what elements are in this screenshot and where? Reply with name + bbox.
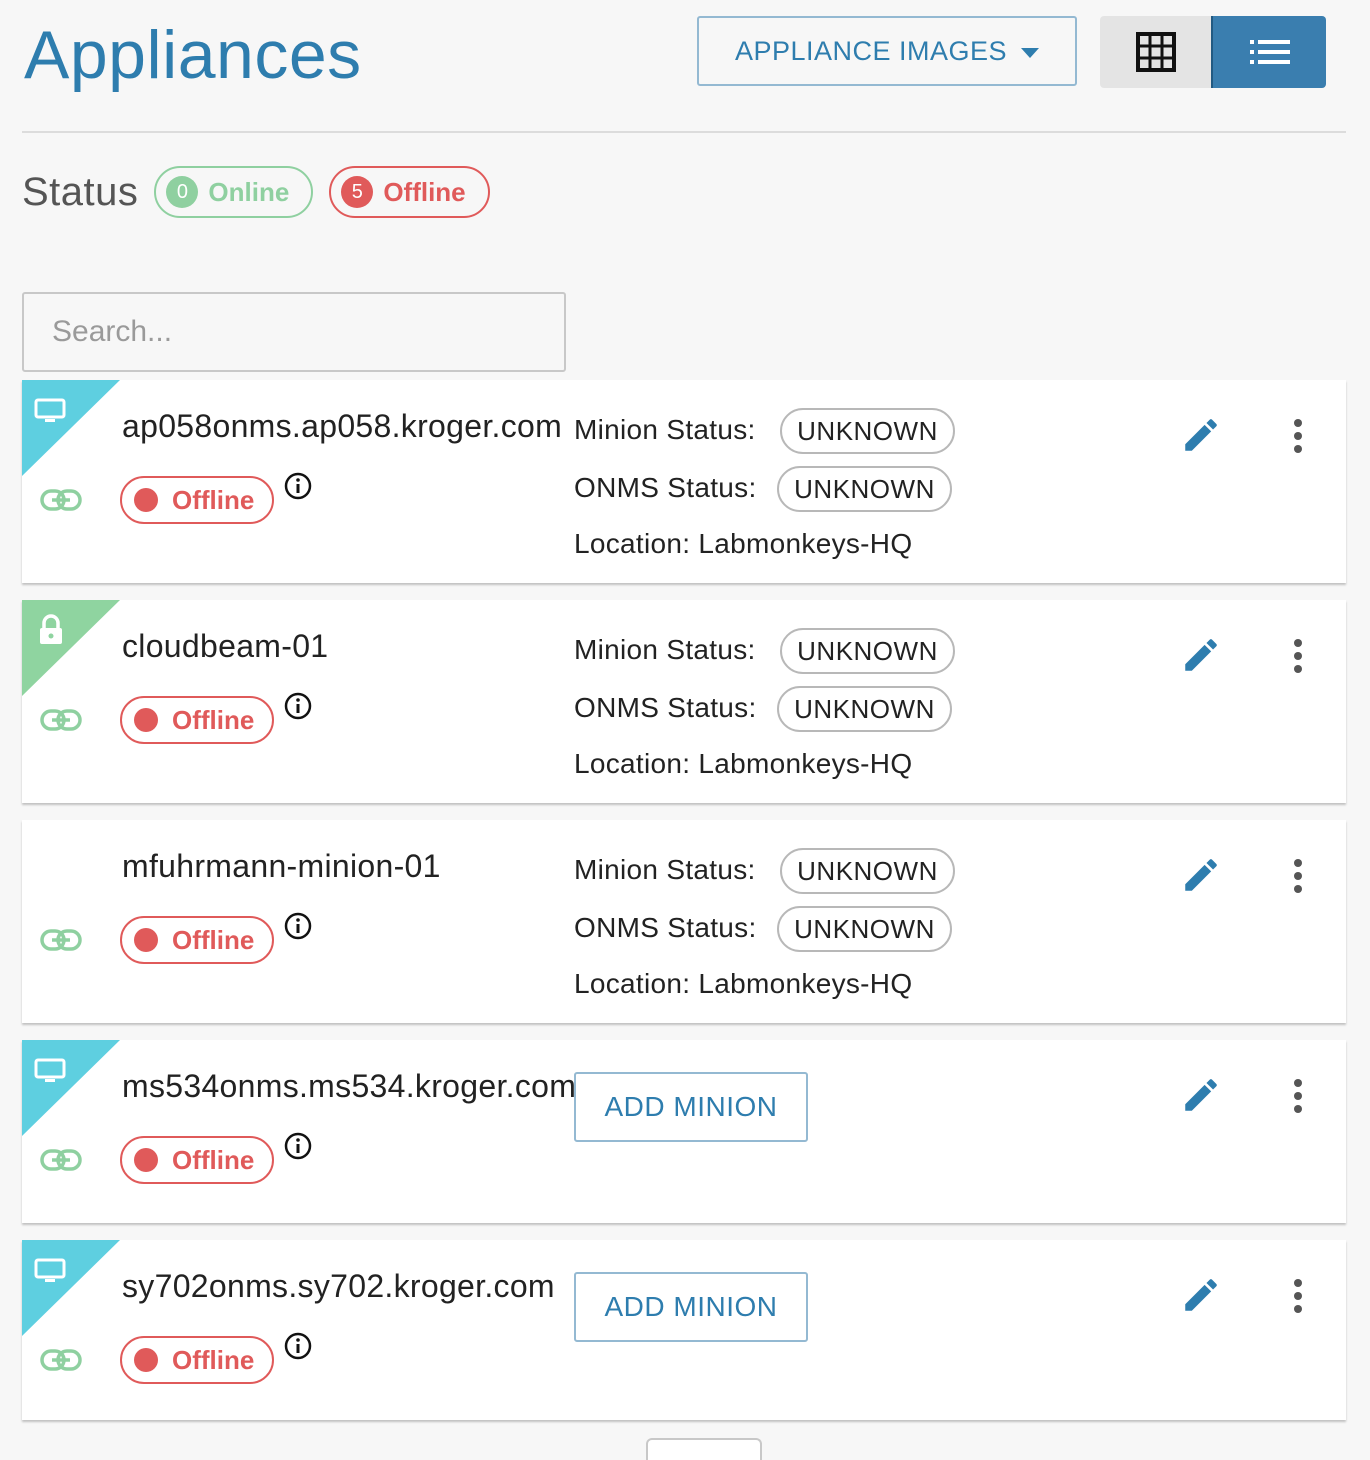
add-minion-button[interactable]: ADD MINION xyxy=(574,1072,808,1142)
link-icon[interactable] xyxy=(40,1148,82,1172)
status-badge: Offline xyxy=(120,476,274,524)
pencil-icon[interactable] xyxy=(1180,1274,1222,1316)
location-text: Location: Labmonkeys-HQ xyxy=(574,968,913,999)
info-icon[interactable] xyxy=(284,912,312,940)
caret-down-icon xyxy=(1021,47,1040,58)
more-vertical-icon[interactable] xyxy=(1288,858,1308,894)
status-dot xyxy=(134,488,158,512)
lock-icon xyxy=(40,614,62,644)
status-badge-label: Offline xyxy=(172,1344,255,1375)
status-label: Status xyxy=(22,169,139,214)
appliance-card[interactable]: ap058onms.ap058.kroger.com Offline Minio… xyxy=(22,380,1346,583)
onms-status-label: ONMS Status: xyxy=(574,472,757,503)
status-dot xyxy=(134,1148,158,1172)
page-title: Appliances xyxy=(24,17,362,93)
grid-view-button[interactable] xyxy=(1100,16,1212,88)
appliance-card[interactable]: mfuhrmann-minion-01 Offline Minion Statu… xyxy=(22,820,1346,1023)
onms-status-label: ONMS Status: xyxy=(574,912,757,943)
minion-status-label: Minion Status: xyxy=(574,414,756,445)
appliance-card[interactable]: cloudbeam-01 Offline Minion Status: UNKN… xyxy=(22,600,1346,803)
minion-status-label: Minion Status: xyxy=(574,854,756,885)
minion-status-label: Minion Status: xyxy=(574,634,756,665)
list-icon xyxy=(1249,40,1290,64)
status-badge: Offline xyxy=(120,696,274,744)
add-minion-button[interactable]: ADD MINION xyxy=(574,1272,808,1342)
appliance-type-corner xyxy=(22,600,120,696)
status-badge: Offline xyxy=(120,916,274,964)
info-icon[interactable] xyxy=(284,1332,312,1360)
more-vertical-icon[interactable] xyxy=(1288,638,1308,674)
pencil-icon[interactable] xyxy=(1180,1074,1222,1116)
appliance-name: mfuhrmann-minion-01 xyxy=(122,848,441,884)
list-view-button[interactable] xyxy=(1211,16,1326,88)
status-badge-label: Offline xyxy=(172,484,255,515)
status-badge-label: Offline xyxy=(172,704,255,735)
monitor-icon xyxy=(34,1258,66,1282)
monitor-icon xyxy=(34,1058,66,1082)
pencil-icon[interactable] xyxy=(1180,414,1222,456)
appliance-type-corner xyxy=(22,1240,120,1336)
appliance-type-corner xyxy=(22,1040,120,1136)
location-text: Location: Labmonkeys-HQ xyxy=(574,528,913,559)
offline-filter-pill[interactable]: 5 Offline xyxy=(329,166,490,218)
link-icon[interactable] xyxy=(40,928,82,952)
appliance-name: cloudbeam-01 xyxy=(122,628,329,664)
view-toggle xyxy=(1100,16,1326,88)
info-icon[interactable] xyxy=(284,692,312,720)
grid-icon xyxy=(1135,32,1176,72)
link-icon[interactable] xyxy=(40,1348,82,1372)
status-dot xyxy=(134,1348,158,1372)
pencil-icon[interactable] xyxy=(1180,854,1222,896)
onms-status-label: ONMS Status: xyxy=(574,692,757,723)
minion-status-chip: UNKNOWN xyxy=(780,848,955,894)
status-dot xyxy=(134,928,158,952)
more-vertical-icon[interactable] xyxy=(1288,1278,1308,1314)
page-header: Appliances APPLIANCE IMAGES xyxy=(22,0,1346,133)
appliance-images-label: APPLIANCE IMAGES xyxy=(734,35,1008,66)
info-icon[interactable] xyxy=(284,472,312,500)
link-icon[interactable] xyxy=(40,708,82,732)
status-badge-label: Offline xyxy=(172,924,255,955)
status-badge: Offline xyxy=(120,1136,274,1184)
online-label: Online xyxy=(208,176,290,207)
minion-status-chip: UNKNOWN xyxy=(780,628,955,674)
offline-count: 5 xyxy=(341,176,374,208)
more-vertical-icon[interactable] xyxy=(1288,418,1308,454)
link-icon[interactable] xyxy=(40,488,82,512)
status-dot xyxy=(134,708,158,732)
pagination-control[interactable] xyxy=(646,1438,762,1460)
status-badge: Offline xyxy=(120,1336,274,1384)
online-count: 0 xyxy=(166,176,199,208)
location-text: Location: Labmonkeys-HQ xyxy=(574,748,913,779)
appliance-type-corner xyxy=(22,380,120,476)
status-badge-label: Offline xyxy=(172,1144,255,1175)
appliance-name: sy702onms.sy702.kroger.com xyxy=(122,1268,555,1304)
minion-status-chip: UNKNOWN xyxy=(780,408,955,454)
status-summary: Status 0 Online 5 Offline xyxy=(22,166,506,218)
appliance-name: ms534onms.ms534.kroger.com xyxy=(122,1068,577,1104)
pencil-icon[interactable] xyxy=(1180,634,1222,676)
onms-status-chip: UNKNOWN xyxy=(777,466,952,512)
appliance-images-button[interactable]: APPLIANCE IMAGES xyxy=(697,16,1077,86)
online-filter-pill[interactable]: 0 Online xyxy=(154,166,314,218)
offline-label: Offline xyxy=(383,176,466,207)
search-input[interactable] xyxy=(22,292,566,372)
appliance-card[interactable]: ms534onms.ms534.kroger.com Offline ADD M… xyxy=(22,1040,1346,1223)
onms-status-chip: UNKNOWN xyxy=(777,686,952,732)
info-icon[interactable] xyxy=(284,1132,312,1160)
appliance-card[interactable]: sy702onms.sy702.kroger.com Offline ADD M… xyxy=(22,1240,1346,1420)
monitor-icon xyxy=(34,398,66,422)
onms-status-chip: UNKNOWN xyxy=(777,906,952,952)
more-vertical-icon[interactable] xyxy=(1288,1078,1308,1114)
appliance-name: ap058onms.ap058.kroger.com xyxy=(122,408,563,444)
